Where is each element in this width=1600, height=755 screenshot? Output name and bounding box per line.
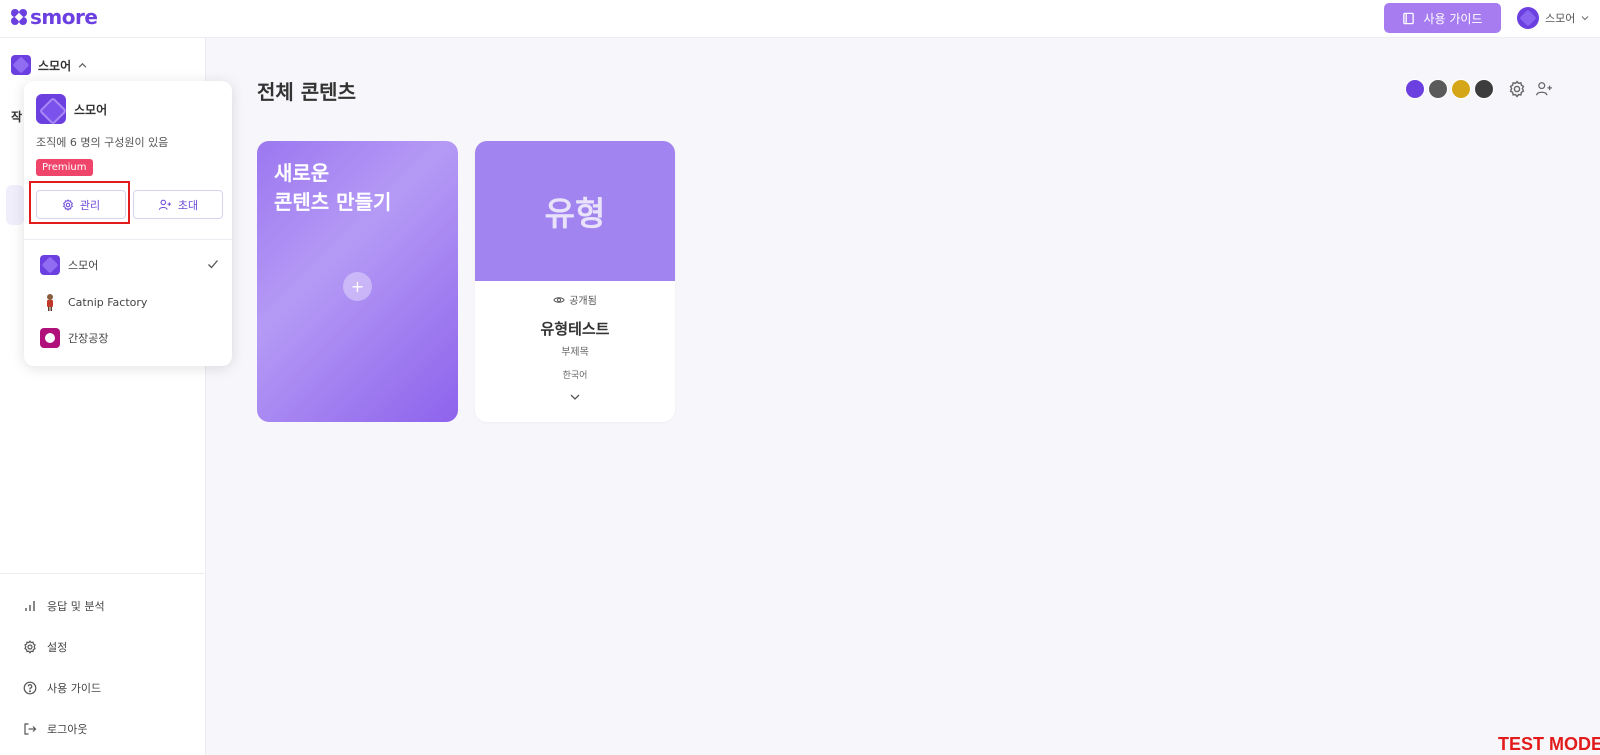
usage-guide-button[interactable]: 사용 가이드 [1384,3,1501,33]
create-content-card[interactable]: 새로운 콘텐츠 만들기 + [257,141,458,422]
sidebar-item-label: 로그아웃 [47,723,88,736]
plus-icon: + [343,272,372,301]
top-bar: smore 사용 가이드 스모어 [0,0,1600,38]
smore-logo-icon [11,9,27,25]
user-plus-icon[interactable] [1535,80,1553,98]
user-menu[interactable]: 스모어 [1517,7,1589,29]
chevron-up-icon [78,62,87,68]
popover-org-header: 스모어 [36,94,107,124]
content-title: 유형테스트 [540,320,610,338]
sidebar-item-settings[interactable]: 설정 [23,639,67,655]
smore-logo[interactable]: smore [10,5,98,29]
org-logo [11,55,31,75]
org-option-label: 스모어 [68,259,99,272]
sidebar-active-item [6,185,24,225]
popover-org-name: 스모어 [74,102,108,117]
check-icon [208,260,218,269]
page-title: 전체 콘텐츠 [257,80,356,104]
chevron-down-icon[interactable] [568,390,582,404]
popover-divider [24,239,232,240]
org-switcher-label: 스모어 [38,58,72,73]
invite-button-label: 초대 [177,198,199,212]
gear-icon [24,640,36,654]
ganjang-logo [40,328,60,348]
chevron-down-icon [1581,16,1589,21]
org-logo [40,255,60,275]
org-dropdown-popover: 스모어 조직에 6 명의 구성원이 있음 Premium 관리 초대 스모어 C… [24,81,232,366]
sidebar-item-logout[interactable]: 로그아웃 [23,721,87,737]
test-mode-label: TEST MODE [1498,734,1600,754]
org-option-label: 간장공장 [68,332,109,345]
create-content-title: 새로운 콘텐츠 만들기 [274,161,392,214]
content-subtitle: 부제목 [561,347,589,358]
manage-button[interactable]: 관리 [36,190,126,219]
org-option-smore[interactable]: 스모어 [40,253,220,277]
sidebar-item-analytics[interactable]: 응답 및 분석 [23,598,105,614]
user-plus-icon [158,199,171,210]
catnip-factory-logo [40,292,60,312]
org-logo-large [36,94,66,124]
content-card[interactable]: 유형 공개됨 유형테스트 부제목 한국어 [475,141,675,422]
org-option-label: Catnip Factory [68,295,148,309]
visibility-status-label: 공개됨 [569,296,597,307]
sidebar-divider [0,573,205,574]
logo-text: smore [30,5,98,29]
chart-bar-icon [25,601,35,611]
org-switcher[interactable]: 스모어 [11,55,87,75]
member-avatar [1428,79,1448,99]
book-icon [1403,12,1415,24]
manage-button-label: 관리 [79,198,101,212]
member-avatar [1405,79,1425,99]
user-avatar [1517,7,1539,29]
sidebar-heading-partial: 작 [11,110,23,124]
user-name: 스모어 [1545,12,1576,25]
premium-badge: Premium [36,159,93,176]
gear-icon[interactable] [1508,80,1526,98]
org-option-ganjang[interactable]: 간장공장 [40,326,220,350]
member-count-text: 조직에 6 명의 구성원이 있음 [36,136,169,149]
eye-icon [553,296,565,303]
visibility-status: 공개됨 [475,292,675,307]
sidebar-item-label: 사용 가이드 [47,682,102,695]
member-avatar [1474,79,1494,99]
sidebar-item-label: 응답 및 분석 [47,600,105,613]
usage-guide-label: 사용 가이드 [1423,11,1483,26]
org-option-catnip-factory[interactable]: Catnip Factory [40,290,220,314]
gear-icon [62,198,73,211]
member-avatar [1451,79,1471,99]
content-language: 한국어 [562,371,588,381]
help-circle-icon [23,681,37,695]
sidebar-item-guide[interactable]: 사용 가이드 [23,680,101,696]
sidebar-item-label: 설정 [47,641,68,654]
member-avatars[interactable] [1405,79,1497,99]
invite-button[interactable]: 초대 [133,190,223,219]
logout-icon [24,723,37,735]
content-thumbnail: 유형 [475,141,675,281]
